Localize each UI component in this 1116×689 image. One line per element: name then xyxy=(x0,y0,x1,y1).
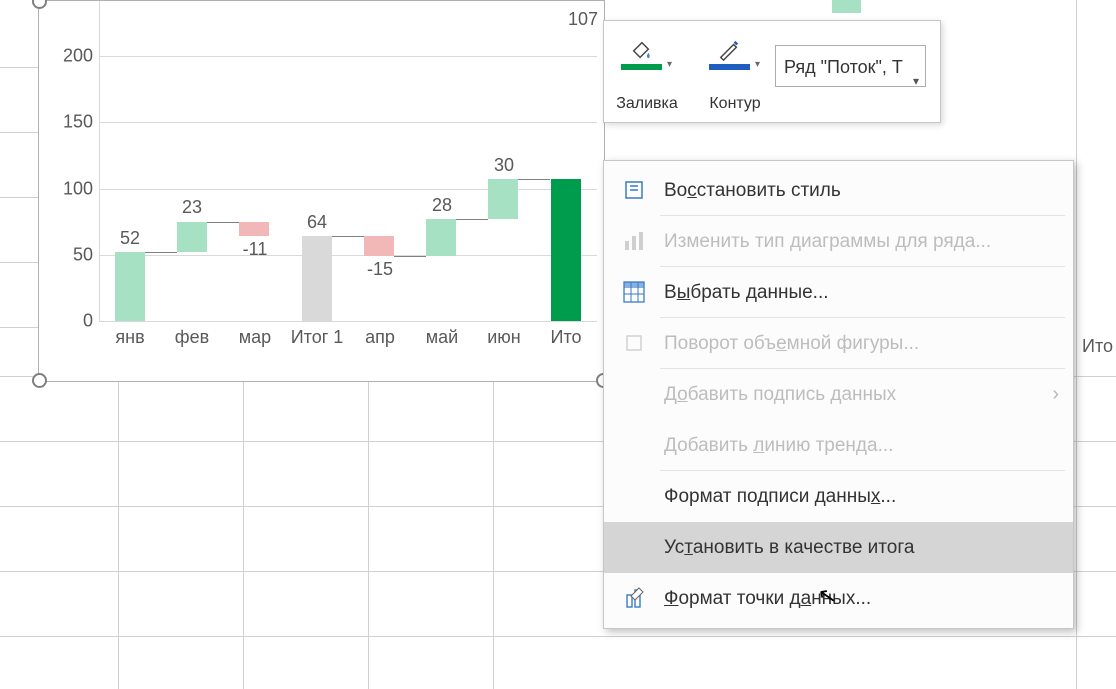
resize-handle-tl[interactable] xyxy=(32,0,47,9)
restore-style-icon xyxy=(622,178,646,202)
fill-color-swatch xyxy=(621,64,662,70)
menu-add-data-label-label: Добавить подпись данных xyxy=(664,384,896,405)
xtick-6: июн xyxy=(487,327,521,348)
outline-dropdown-caret-icon[interactable]: ▾ xyxy=(755,59,760,70)
xtick-3: Итог 1 xyxy=(291,327,344,348)
bar-total2[interactable] xyxy=(551,179,581,321)
outline-color-swatch xyxy=(709,64,750,70)
menu-add-data-label: Добавить подпись данных › xyxy=(604,369,1073,420)
bar-label-may: 28 xyxy=(432,195,452,216)
menu-set-as-total-label: Установить в качестве итога xyxy=(664,537,914,558)
fill-button[interactable]: Заливка xyxy=(612,95,682,113)
resize-handle-bl[interactable] xyxy=(32,373,47,388)
menu-restore-style-label: Восстановить стиль xyxy=(664,180,841,201)
bar-may[interactable] xyxy=(426,219,456,256)
menu-restore-style[interactable]: Восстановить стиль xyxy=(604,165,1073,216)
xtick-right-fragment: Ито xyxy=(1082,336,1113,357)
bar-label-feb: 23 xyxy=(182,197,202,218)
menu-format-data-point-label: Формат точки данных... xyxy=(664,588,871,609)
chart-bar-fragment xyxy=(832,0,861,13)
menu-format-data-point[interactable]: Формат точки данных... xyxy=(604,573,1073,624)
ytick-200: 200 xyxy=(49,46,93,67)
rotate-3d-icon xyxy=(622,331,646,355)
menu-format-data-label[interactable]: Формат подписи данных... xyxy=(604,471,1073,522)
mini-format-toolbar: ▾ Заливка ▾ Контур Ряд "Поток", Т ▾ xyxy=(603,20,941,123)
menu-add-trendline: Добавить линию тренда... xyxy=(604,420,1073,471)
menu-select-data[interactable]: Выбрать данные... xyxy=(604,267,1073,318)
xtick-2: мар xyxy=(239,327,271,348)
bar-label-total2: 107 xyxy=(568,9,598,30)
select-data-icon xyxy=(622,280,646,304)
outline-pen-icon xyxy=(716,39,742,61)
chart-point-context-menu: Восстановить стиль Изменить тип диаграмм… xyxy=(603,160,1074,629)
bar-label-apr: -15 xyxy=(367,259,393,280)
bar-apr[interactable] xyxy=(364,236,394,256)
plot-area[interactable]: 0 50 100 150 200 52 23 -11 64 -15 28 30 xyxy=(99,1,597,321)
ytick-0: 0 xyxy=(49,311,93,332)
bar-label-total1: 64 xyxy=(307,212,327,233)
ytick-50: 50 xyxy=(49,244,93,265)
chart-element-selector-value: Ряд "Поток", Т xyxy=(784,57,903,77)
format-data-point-icon xyxy=(622,586,646,610)
chart-object[interactable]: 0 50 100 150 200 52 23 -11 64 -15 28 30 xyxy=(38,0,605,382)
ytick-150: 150 xyxy=(49,112,93,133)
menu-format-data-label-label: Формат подписи данных... xyxy=(664,486,896,507)
bar-jun[interactable] xyxy=(488,179,518,219)
xtick-4: апр xyxy=(365,327,395,348)
menu-rotate-3d: Поворот объемной фигуры... xyxy=(604,318,1073,369)
menu-change-chart-type-label: Изменить тип диаграммы для ряда... xyxy=(664,231,991,252)
menu-add-trendline-label: Добавить линию тренда... xyxy=(664,435,893,456)
bar-jan[interactable] xyxy=(115,252,145,321)
bar-mar[interactable] xyxy=(239,222,269,237)
menu-set-as-total[interactable]: Установить в качестве итога xyxy=(604,522,1073,573)
fill-dropdown-caret-icon[interactable]: ▾ xyxy=(667,59,672,70)
menu-select-data-label: Выбрать данные... xyxy=(664,282,829,303)
xtick-7: Ито xyxy=(551,327,582,348)
bar-total1[interactable] xyxy=(302,236,332,321)
chevron-down-icon: ▾ xyxy=(913,60,919,87)
xtick-5: май xyxy=(426,327,458,348)
bar-label-jan: 52 xyxy=(120,228,140,249)
menu-change-chart-type: Изменить тип диаграммы для ряда... xyxy=(604,216,1073,267)
bar-label-mar: -11 xyxy=(243,239,268,260)
chevron-right-icon: › xyxy=(1052,369,1059,420)
fill-bucket-icon xyxy=(628,39,654,61)
xtick-1: фев xyxy=(175,327,209,348)
chart-element-selector[interactable]: Ряд "Поток", Т ▾ xyxy=(775,45,926,87)
outline-button[interactable]: Контур xyxy=(700,95,770,113)
bar-feb[interactable] xyxy=(177,222,207,253)
menu-rotate-3d-label: Поворот объемной фигуры... xyxy=(664,333,919,354)
bar-label-jun: 30 xyxy=(494,155,514,176)
ytick-100: 100 xyxy=(49,178,93,199)
xtick-0: янв xyxy=(115,327,144,348)
chart-type-icon xyxy=(622,229,646,253)
